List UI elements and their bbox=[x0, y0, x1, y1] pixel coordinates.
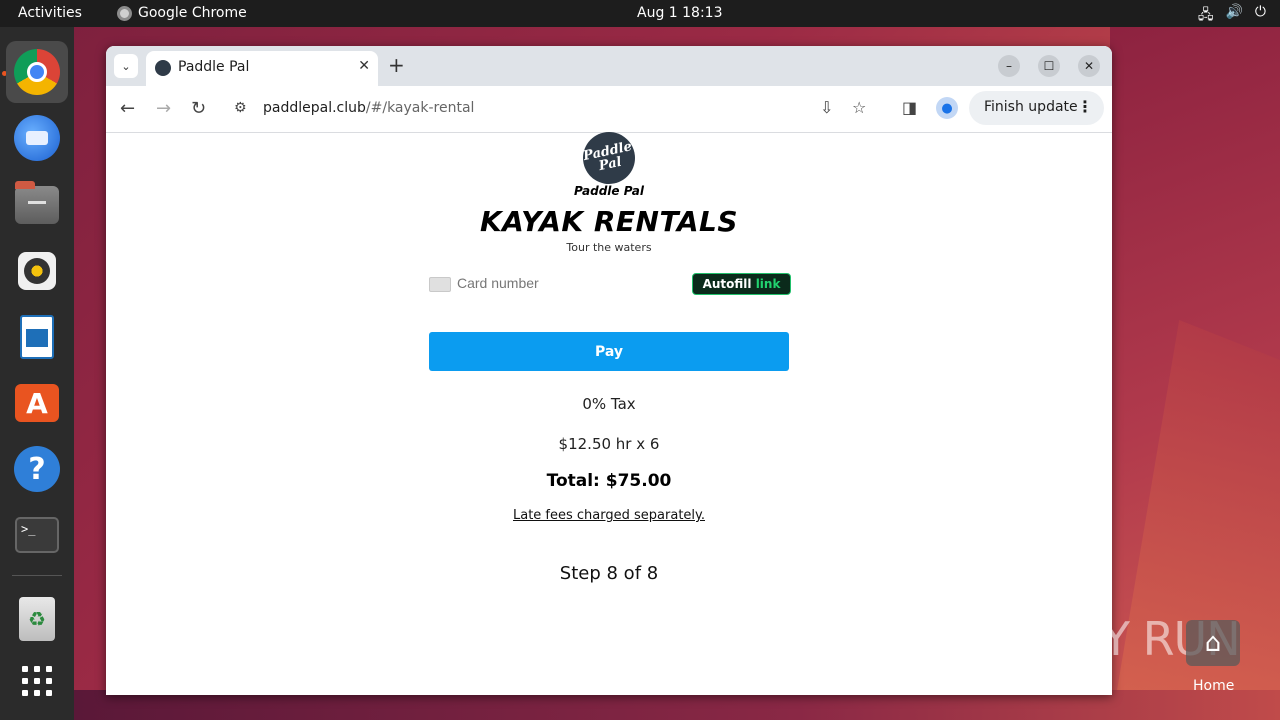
arrow-left-icon: ← bbox=[120, 98, 136, 119]
close-icon: ✕ bbox=[1083, 59, 1095, 73]
chrome-icon bbox=[117, 5, 132, 21]
favicon-icon bbox=[155, 60, 171, 76]
reload-button[interactable]: ↻ bbox=[191, 98, 206, 119]
active-app-label: Google Chrome bbox=[138, 5, 247, 21]
finish-update-label: Finish update bbox=[984, 99, 1078, 115]
system-tray[interactable]: 🖧 🔊 ⏻ bbox=[1198, 4, 1266, 28]
maximize-button[interactable]: ☐ bbox=[1038, 55, 1060, 77]
credit-card-icon bbox=[429, 277, 451, 292]
step-indicator: Step 8 of 8 bbox=[559, 563, 659, 584]
active-app-menu[interactable]: Google Chrome bbox=[117, 5, 247, 21]
terminal-icon: >_ bbox=[15, 517, 59, 553]
arrow-right-icon: → bbox=[156, 98, 172, 119]
help-icon: ? bbox=[14, 446, 60, 492]
files-icon bbox=[15, 181, 59, 224]
profile-avatar[interactable]: ● bbox=[936, 97, 958, 119]
software-store-icon: A bbox=[15, 384, 59, 422]
person-icon: ● bbox=[941, 100, 953, 116]
tab-title: Paddle Pal bbox=[178, 59, 250, 75]
browser-window: ⌄ Paddle Pal ✕ + – ☐ ✕ ← → ↻ ⚙ paddlepal… bbox=[106, 46, 1112, 695]
tab-search-button[interactable]: ⌄ bbox=[114, 54, 138, 78]
close-window-button[interactable]: ✕ bbox=[1078, 55, 1100, 77]
close-tab-icon[interactable]: ✕ bbox=[358, 58, 370, 74]
page-title: KAYAK RENTALS bbox=[479, 205, 739, 238]
dock-help[interactable]: ? bbox=[6, 438, 68, 500]
maximize-icon: ☐ bbox=[1043, 59, 1055, 73]
network-icon: 🖧 bbox=[1197, 7, 1214, 23]
total-text: Total: $75.00 bbox=[546, 471, 672, 491]
thunderbird-icon bbox=[14, 115, 60, 161]
show-apps-button[interactable] bbox=[6, 650, 68, 712]
forward-button[interactable]: → bbox=[156, 98, 171, 119]
side-panel-icon[interactable]: ◨ bbox=[902, 98, 917, 117]
dock-rhythmbox[interactable] bbox=[6, 240, 68, 302]
dock-separator bbox=[12, 575, 62, 576]
volume-icon: 🔊 bbox=[1225, 4, 1243, 20]
dock: A ? >_ ♻ bbox=[0, 27, 74, 720]
activities-button[interactable]: Activities bbox=[18, 5, 82, 21]
site-info-icon[interactable]: ⚙ bbox=[234, 100, 247, 116]
bookmark-star-icon[interactable]: ☆ bbox=[852, 98, 866, 117]
dock-chrome[interactable] bbox=[6, 41, 68, 103]
pay-button[interactable]: Pay bbox=[429, 332, 789, 371]
url-path: /#/kayak-rental bbox=[365, 100, 475, 116]
address-bar[interactable]: ⚙ paddlepal.club/#/kayak-rental bbox=[224, 92, 884, 126]
more-menu-icon: ⋮ bbox=[1077, 97, 1093, 116]
minimize-icon: – bbox=[1006, 59, 1012, 73]
chrome-icon bbox=[14, 49, 60, 95]
autofill-link-button[interactable]: Autofill link bbox=[692, 273, 791, 295]
dock-software[interactable]: A bbox=[6, 372, 68, 434]
paddle-pal-logo: Paddle Pal bbox=[578, 127, 640, 189]
power-icon: ⏻ bbox=[1254, 4, 1266, 20]
home-label[interactable]: Home bbox=[1193, 678, 1234, 694]
writer-icon bbox=[20, 315, 54, 359]
reload-icon: ↻ bbox=[191, 98, 207, 119]
new-tab-button[interactable]: + bbox=[388, 54, 405, 76]
dock-trash[interactable]: ♻ bbox=[6, 588, 68, 650]
tagline: Tour the waters bbox=[566, 241, 652, 254]
minimize-button[interactable]: – bbox=[998, 55, 1020, 77]
dock-writer[interactable] bbox=[6, 306, 68, 368]
logo-text: Paddle Pal bbox=[574, 184, 644, 198]
top-bar: Activities Google Chrome Aug 1 18:13 🖧 🔊… bbox=[0, 0, 1280, 27]
home-folder-icon[interactable]: ⌂ bbox=[1186, 620, 1240, 666]
trash-icon: ♻ bbox=[19, 597, 55, 641]
clock[interactable]: Aug 1 18:13 bbox=[637, 5, 723, 21]
rhythmbox-icon bbox=[18, 252, 56, 290]
finish-update-button[interactable]: Finish update ⋮ bbox=[969, 91, 1104, 125]
app-grid-icon bbox=[22, 666, 52, 696]
chevron-down-icon: ⌄ bbox=[121, 59, 131, 73]
dock-thunderbird[interactable] bbox=[6, 107, 68, 169]
url-host: paddlepal.club bbox=[263, 100, 366, 116]
dock-terminal[interactable]: >_ bbox=[6, 504, 68, 566]
rate-text: $12.50 hr x 6 bbox=[558, 435, 660, 453]
url-text: paddlepal.club/#/kayak-rental bbox=[263, 100, 474, 116]
late-fees-link[interactable]: Late fees charged separately. bbox=[106, 508, 1112, 523]
tab-paddle-pal[interactable]: Paddle Pal ✕ bbox=[146, 51, 378, 86]
browser-toolbar: ← → ↻ ⚙ paddlepal.club/#/kayak-rental ⇩ … bbox=[106, 86, 1112, 133]
back-button[interactable]: ← bbox=[120, 98, 135, 119]
install-app-icon[interactable]: ⇩ bbox=[820, 98, 833, 117]
autofill-label: Autofill bbox=[702, 277, 752, 291]
tax-text: 0% Tax bbox=[582, 395, 636, 413]
dock-files[interactable] bbox=[6, 174, 68, 236]
card-number-input[interactable]: Card number bbox=[457, 275, 539, 291]
link-label: link bbox=[755, 277, 781, 291]
tab-strip: ⌄ Paddle Pal ✕ + – ☐ ✕ bbox=[106, 46, 1112, 86]
page-content: Paddle Pal Paddle Pal KAYAK RENTALS Tour… bbox=[106, 127, 1112, 695]
